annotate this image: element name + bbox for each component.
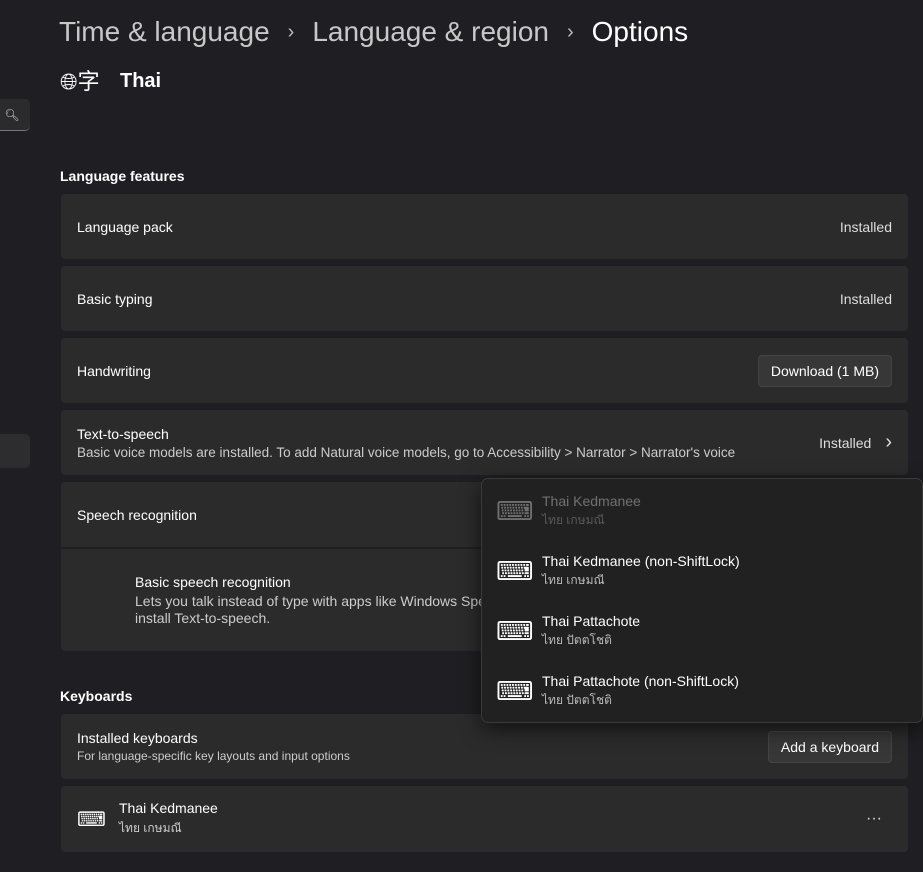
chevron-right-icon: › <box>885 431 892 453</box>
download-button[interactable]: Download (1 MB) <box>757 354 892 387</box>
item-native: ไทย ปัตตโชติ <box>542 693 612 707</box>
row-title: Text-to-speech <box>77 425 169 442</box>
section-language-features: Language features <box>60 168 185 184</box>
status-text: Installed <box>839 290 892 307</box>
handwriting-row: Handwriting Download (1 MB) <box>61 338 908 403</box>
chevron-right-icon: › <box>566 20 574 43</box>
row-title: Language pack <box>77 218 173 235</box>
keyboard-native-name: ไทย เกษมณี <box>119 821 182 835</box>
row-title: Handwriting <box>77 362 151 379</box>
status-text: Installed <box>839 218 892 235</box>
text-to-speech-row[interactable]: Text-to-speech Basic voice models are ins… <box>61 410 908 475</box>
detail-description: Lets you talk instead of type with apps … <box>135 593 486 609</box>
item-native: ไทย ปัตตโชติ <box>542 633 612 647</box>
status-text: Installed <box>819 434 872 451</box>
installed-keyboards-row: Installed keyboards For language-specific… <box>61 714 908 779</box>
keyboard-name: Thai Kedmanee <box>119 800 218 816</box>
row-title: Basic typing <box>77 290 153 307</box>
page-title: Options <box>591 16 689 47</box>
detail-title: Basic speech recognition <box>135 574 291 590</box>
row-title: Installed keyboards <box>77 730 198 746</box>
item-native: ไทย เกษมณี <box>542 513 605 527</box>
keyboard-icon: ⌨︎ <box>77 808 106 831</box>
search-icon: 🔍︎ <box>4 107 20 122</box>
row-description: For language-specific key layouts and in… <box>77 749 350 763</box>
row-title: Speech recognition <box>77 506 197 523</box>
detail-description-2: install Text-to-speech. <box>135 610 271 626</box>
breadcrumb-language-region[interactable]: Language & region <box>312 16 549 48</box>
flyout-item[interactable]: ⌨︎ Thai Pattachote (non-ShiftLock) ไทย ปัต… <box>496 673 739 710</box>
keyboard-icon: ⌨︎ <box>496 496 534 526</box>
item-name: Thai Pattachote <box>542 613 641 629</box>
keyboard-icon: ⌨︎ <box>496 556 534 586</box>
item-name: Thai Pattachote (non-ShiftLock) <box>542 673 739 689</box>
item-native: ไทย เกษมณี <box>542 573 605 587</box>
basic-typing-row: Basic typing Installed <box>61 266 908 331</box>
flyout-item[interactable]: ⌨︎ Thai Kedmanee (non-ShiftLock) ไทย เกษมณ… <box>496 553 740 590</box>
keyboard-picker-flyout: ⌨︎ Thai Kedmanee ไทย เกษมณี ⌨︎ Thai Kedmane… <box>481 478 923 723</box>
more-options-button[interactable]: ··· <box>866 810 882 828</box>
keyboard-row: ⌨︎ Thai Kedmanee ไทย เกษมณี ··· <box>61 786 908 852</box>
language-icon: 🌐︎字 <box>60 68 100 94</box>
section-keyboards: Keyboards <box>60 688 133 704</box>
breadcrumb-time-language[interactable]: Time & language <box>59 16 270 48</box>
flyout-item: ⌨︎ Thai Kedmanee ไทย เกษมณี <box>496 493 641 530</box>
language-pack-row: Language pack Installed <box>61 194 908 259</box>
sidebar-selected-item[interactable] <box>0 434 30 468</box>
item-name: Thai Kedmanee (non-ShiftLock) <box>542 553 740 569</box>
keyboard-icon: ⌨︎ <box>496 616 534 646</box>
flyout-item[interactable]: ⌨︎ Thai Pattachote ไทย ปัตตโชติ <box>496 613 640 650</box>
breadcrumb: Time & language › Language & region › Opti… <box>59 16 688 48</box>
item-name: Thai Kedmanee <box>542 493 641 509</box>
row-description: Basic voice models are installed. To add… <box>77 444 736 460</box>
keyboard-icon: ⌨︎ <box>496 676 534 706</box>
search-button[interactable]: 🔍︎ <box>0 99 30 131</box>
chevron-right-icon: › <box>287 20 295 43</box>
add-keyboard-button[interactable]: Add a keyboard <box>767 730 892 763</box>
language-name: Thai <box>120 70 162 92</box>
